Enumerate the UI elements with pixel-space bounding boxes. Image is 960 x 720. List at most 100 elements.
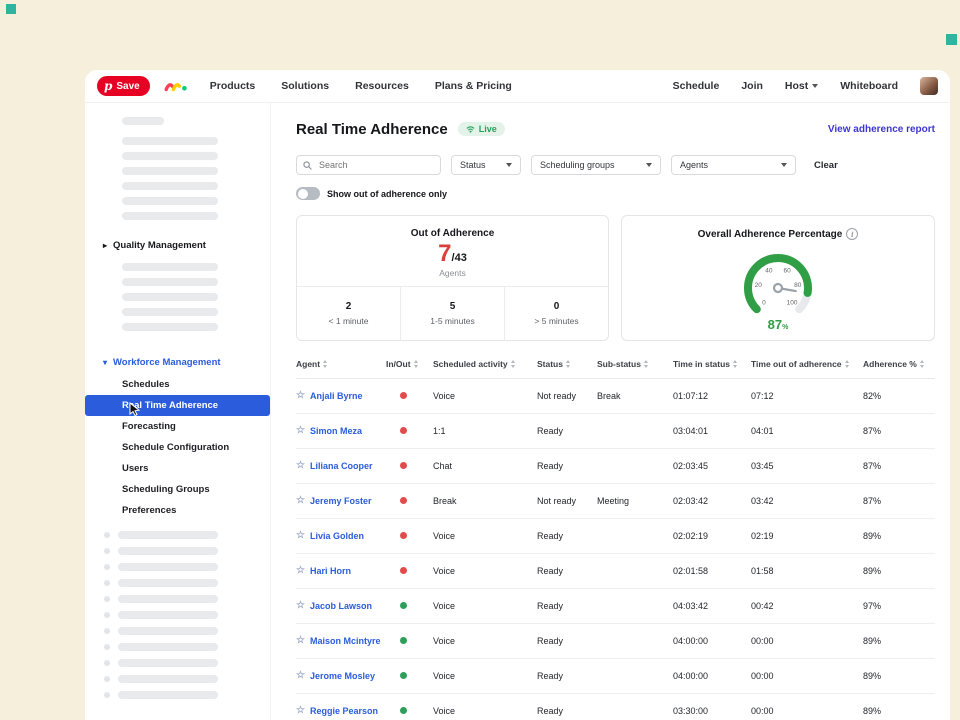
column-header-in-out[interactable]: In/Out <box>386 359 433 369</box>
column-header-agent[interactable]: Agent <box>296 359 386 369</box>
adherence-cell: 89% <box>863 566 935 576</box>
inout-in-dot <box>400 707 407 714</box>
adherence-cell: 89% <box>863 531 935 541</box>
column-header-sub-status[interactable]: Sub-status <box>597 359 673 369</box>
column-header-status[interactable]: Status <box>537 359 597 369</box>
agent-link[interactable]: ☆Jerome Mosley <box>296 671 386 681</box>
nav-item-host[interactable]: Host <box>785 80 818 92</box>
agent-link[interactable]: ☆Livia Golden <box>296 531 386 541</box>
clear-filters-button[interactable]: Clear <box>814 160 838 171</box>
time-in-status-cell: 01:07:12 <box>673 391 751 401</box>
view-adherence-report-link[interactable]: View adherence report <box>828 124 935 135</box>
table-row[interactable]: ☆Liliana CooperChatReady02:03:4503:4587% <box>296 449 935 484</box>
star-icon[interactable]: ☆ <box>296 671 305 681</box>
skeleton-row <box>104 595 270 603</box>
nav-item-plans-pricing[interactable]: Plans & Pricing <box>435 80 512 92</box>
pinterest-icon: p <box>104 80 112 92</box>
skeleton-dot <box>104 676 110 682</box>
star-icon[interactable]: ☆ <box>296 601 305 611</box>
toggle-label: Show out of adherence only <box>327 189 447 199</box>
status-cell: Ready <box>537 566 597 576</box>
user-avatar[interactable] <box>920 77 938 95</box>
skeleton-bar <box>122 212 218 220</box>
sort-icon[interactable] <box>511 360 515 368</box>
dropdown-status[interactable]: Status <box>451 155 521 175</box>
sidebar-item-schedule-configuration[interactable]: Schedule Configuration <box>85 437 270 458</box>
sort-icon[interactable] <box>566 360 570 368</box>
out-of-adherence-toggle[interactable] <box>296 187 320 200</box>
sort-icon[interactable] <box>414 360 418 368</box>
nav-item-join[interactable]: Join <box>741 80 763 92</box>
sidebar-item-schedules[interactable]: Schedules <box>85 374 270 395</box>
dropdown-agents[interactable]: Agents <box>671 155 796 175</box>
adherence-cell: 87% <box>863 426 935 436</box>
adherence-cell: 89% <box>863 706 935 716</box>
star-icon[interactable]: ☆ <box>296 461 305 471</box>
info-icon[interactable] <box>846 228 858 240</box>
nav-item-schedule[interactable]: Schedule <box>673 80 720 92</box>
column-header-scheduled-activity[interactable]: Scheduled activity <box>433 359 537 369</box>
star-icon[interactable]: ☆ <box>296 531 305 541</box>
table-row[interactable]: ☆Livia GoldenVoiceReady02:02:1902:1989% <box>296 519 935 554</box>
agent-link[interactable]: ☆Simon Meza <box>296 426 386 436</box>
agent-link[interactable]: ☆Jacob Lawson <box>296 601 386 611</box>
star-icon[interactable]: ☆ <box>296 426 305 436</box>
agent-link[interactable]: ☆Jeremy Foster <box>296 496 386 506</box>
sidebar-skeleton-top <box>85 117 270 125</box>
time-in-status-cell: 02:03:42 <box>673 496 751 506</box>
sidebar-item-forecasting[interactable]: Forecasting <box>85 416 270 437</box>
table-row[interactable]: ☆Maison McintyreVoiceReady04:00:0000:008… <box>296 624 935 659</box>
star-icon[interactable]: ☆ <box>296 706 305 716</box>
column-header-time-in-status[interactable]: Time in status <box>673 359 751 369</box>
sidebar-item-preferences[interactable]: Preferences <box>85 500 270 521</box>
sidebar-item-scheduling-groups[interactable]: Scheduling Groups <box>85 479 270 500</box>
agent-link[interactable]: ☆Hari Horn <box>296 566 386 576</box>
table-row[interactable]: ☆Simon Meza1:1Ready03:04:0104:0187% <box>296 414 935 449</box>
mouse-cursor <box>129 402 141 417</box>
decor-square-top-left <box>6 4 16 14</box>
column-header-time-out-of-adherence[interactable]: Time out of adherence <box>751 359 863 369</box>
sidebar-item-workforce-management[interactable]: ▾ Workforce Management <box>85 357 270 368</box>
star-icon[interactable]: ☆ <box>296 391 305 401</box>
table-row[interactable]: ☆Jerome MosleyVoiceReady04:00:0000:0089% <box>296 659 935 694</box>
star-icon[interactable]: ☆ <box>296 496 305 506</box>
time-in-status-cell: 03:30:00 <box>673 706 751 716</box>
nav-item-products[interactable]: Products <box>210 80 256 92</box>
skeleton-bar <box>122 137 218 145</box>
agent-link[interactable]: ☆Anjali Byrne <box>296 391 386 401</box>
sidebar-item-users[interactable]: Users <box>85 458 270 479</box>
sort-icon[interactable] <box>644 360 648 368</box>
table-row[interactable]: ☆Reggie PearsonVoiceReady03:30:0000:0089… <box>296 694 935 720</box>
page-header: Real Time Adherence Live View adherence … <box>296 119 935 139</box>
gauge-tick-label: 20 <box>755 282 763 289</box>
agent-link[interactable]: ☆Maison Mcintyre <box>296 636 386 646</box>
table-row[interactable]: ☆Hari HornVoiceReady02:01:5801:5889% <box>296 554 935 589</box>
sidebar-item-real-time-adherence[interactable]: Real Time Adherence <box>85 395 270 416</box>
nav-item-solutions[interactable]: Solutions <box>281 80 329 92</box>
sort-icon[interactable] <box>733 360 737 368</box>
table-row[interactable]: ☆Anjali ByrneVoiceNot readyBreak01:07:12… <box>296 379 935 414</box>
dropdown-scheduling-groups[interactable]: Scheduling groups <box>531 155 661 175</box>
inout-out-dot <box>400 462 407 469</box>
skeleton-bar <box>122 182 218 190</box>
sort-icon[interactable] <box>920 360 924 368</box>
agents-table: AgentIn/OutScheduled activityStatusSub-s… <box>296 359 935 720</box>
nav-item-resources[interactable]: Resources <box>355 80 409 92</box>
sort-icon[interactable] <box>845 360 849 368</box>
gauge-needle <box>772 277 795 300</box>
pinterest-save-button[interactable]: p Save <box>97 76 150 96</box>
agent-link[interactable]: ☆Reggie Pearson <box>296 706 386 716</box>
star-icon[interactable]: ☆ <box>296 636 305 646</box>
star-icon[interactable]: ☆ <box>296 566 305 576</box>
table-row[interactable]: ☆Jacob LawsonVoiceReady04:03:4200:4297% <box>296 589 935 624</box>
table-row[interactable]: ☆Jeremy FosterBreakNot readyMeeting02:03… <box>296 484 935 519</box>
search-input[interactable] <box>317 159 434 171</box>
nav-item-whiteboard[interactable]: Whiteboard <box>840 80 898 92</box>
monday-logo[interactable] <box>164 78 188 94</box>
sort-icon[interactable] <box>323 360 327 368</box>
sidebar-item-quality-management[interactable]: ▸ Quality Management <box>85 240 270 251</box>
chevron-down-icon <box>646 163 652 167</box>
column-header-adherence[interactable]: Adherence % <box>863 359 935 369</box>
out-of-adherence-title: Out of Adherence <box>297 228 608 239</box>
agent-link[interactable]: ☆Liliana Cooper <box>296 461 386 471</box>
